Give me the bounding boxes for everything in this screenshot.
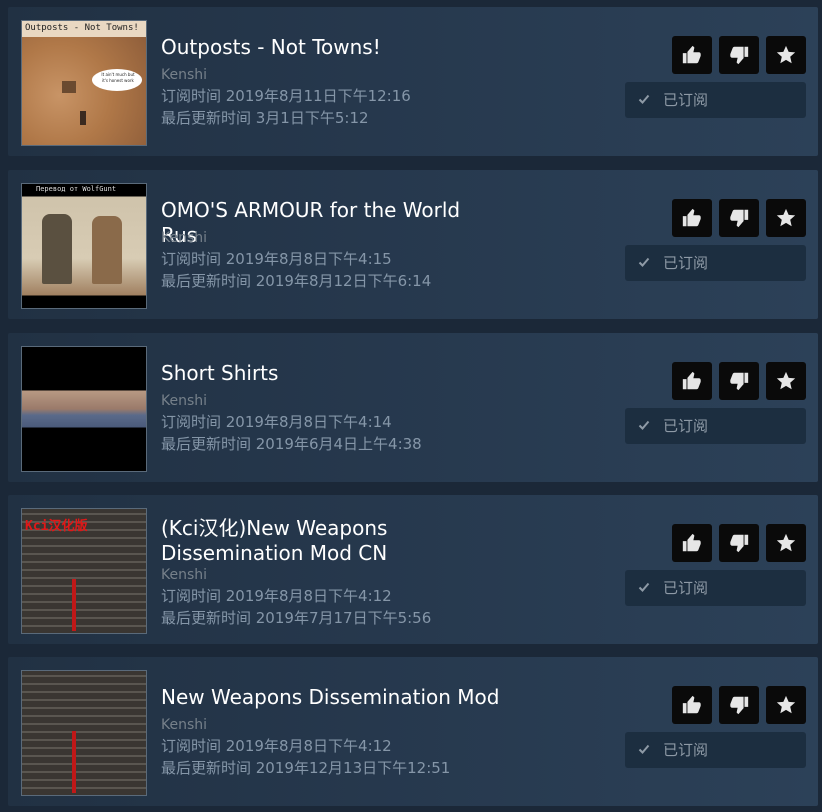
subscribed-date: 订阅时间 2019年8月8日下午4:15: [161, 250, 392, 268]
item-title[interactable]: Outposts - Not Towns!: [161, 35, 501, 60]
star-icon: [776, 695, 796, 714]
thumbnail-art: [22, 347, 146, 471]
thumbs-down-icon: [730, 372, 749, 391]
subscribed-toggle[interactable]: 已订阅: [625, 732, 806, 768]
thumbnail-art: Перевод от WolfGunt: [22, 184, 146, 308]
thumbnail-art: [22, 671, 146, 795]
check-icon: [638, 582, 650, 592]
favorite-button[interactable]: [766, 524, 806, 562]
thumbs-up-icon: [682, 695, 701, 714]
rate-up-button[interactable]: [672, 362, 712, 400]
thumbnail-text: Перевод от WolfGunt: [36, 185, 117, 193]
rate-down-button[interactable]: [719, 199, 759, 237]
subscribed-toggle[interactable]: 已订阅: [625, 82, 806, 118]
item-thumbnail[interactable]: [21, 670, 147, 796]
thumbnail-shape: [72, 579, 76, 631]
thumbs-down-icon: [730, 46, 749, 65]
subscribed-date: 订阅时间 2019年8月8日下午4:14: [161, 413, 392, 431]
subscribed-items-list: Outposts - Not Towns! It ain't much but …: [0, 0, 822, 812]
check-icon: [638, 420, 650, 430]
item-game: Kenshi: [161, 67, 208, 83]
updated-date: 最后更新时间 2019年7月17日下午5:56: [161, 609, 432, 627]
subscribed-label: 已订阅: [663, 91, 709, 109]
updated-date: 最后更新时间 2019年12月13日下午12:51: [161, 759, 451, 777]
check-icon: [638, 94, 650, 104]
thumbs-up-icon: [682, 208, 701, 227]
thumbnail-figure: [42, 214, 72, 284]
rate-down-button[interactable]: [719, 524, 759, 562]
star-icon: [776, 533, 796, 552]
star-icon: [776, 371, 796, 390]
item-thumbnail[interactable]: Перевод от WolfGunt: [21, 183, 147, 309]
check-icon: [638, 744, 650, 754]
rate-down-button[interactable]: [719, 36, 759, 74]
thumbnail-text: Kci汉化版: [25, 519, 88, 534]
thumbnail-figure: [92, 216, 122, 284]
favorite-button[interactable]: [766, 686, 806, 724]
rate-up-button[interactable]: [672, 524, 712, 562]
item-game: Kenshi: [161, 393, 208, 409]
item-title[interactable]: New Weapons Dissemination Mod: [161, 685, 501, 710]
rate-up-button[interactable]: [672, 686, 712, 724]
thumbs-up-icon: [682, 533, 701, 552]
workshop-item: Kci汉化版 (Kci汉化)New Weapons Dissemination …: [8, 495, 818, 644]
rate-down-button[interactable]: [719, 686, 759, 724]
rate-up-button[interactable]: [672, 199, 712, 237]
item-game: Kenshi: [161, 567, 208, 583]
thumbs-up-icon: [682, 371, 701, 390]
thumbs-down-icon: [730, 209, 749, 228]
workshop-item: Outposts - Not Towns! It ain't much but …: [8, 7, 818, 156]
item-thumbnail[interactable]: [21, 346, 147, 472]
item-thumbnail[interactable]: Outposts - Not Towns! It ain't much but …: [21, 20, 147, 146]
speech-bubble-text: It ain't much but it's honest work: [101, 72, 135, 83]
item-title[interactable]: Short Shirts: [161, 361, 501, 386]
subscribed-date: 订阅时间 2019年8月8日下午4:12: [161, 587, 392, 605]
updated-date: 最后更新时间 2019年8月12日下午6:14: [161, 272, 432, 290]
subscribed-toggle[interactable]: 已订阅: [625, 408, 806, 444]
item-game: Kenshi: [161, 717, 208, 733]
star-icon: [776, 208, 796, 227]
subscribed-label: 已订阅: [663, 417, 709, 435]
subscribed-label: 已订阅: [663, 741, 709, 759]
check-icon: [638, 257, 650, 267]
thumbnail-shape: [72, 731, 76, 793]
item-title[interactable]: (Kci汉化)New Weapons Dissemination Mod CN: [161, 516, 501, 566]
item-meta: Kenshi 订阅时间 2019年8月8日下午4:12 最后更新时间 2019年…: [161, 565, 431, 629]
subscribed-date: 订阅时间 2019年8月8日下午4:12: [161, 737, 392, 755]
thumbnail-art: Kci汉化版: [22, 509, 146, 633]
item-meta: Kenshi 订阅时间 2019年8月11日下午12:16 最后更新时间 3月1…: [161, 65, 411, 129]
speech-bubble: It ain't much but it's honest work: [92, 69, 142, 91]
updated-date: 最后更新时间 3月1日下午5:12: [161, 109, 369, 127]
subscribed-toggle[interactable]: 已订阅: [625, 570, 806, 606]
item-meta: Kenshi 订阅时间 2019年8月8日下午4:15 最后更新时间 2019年…: [161, 228, 431, 292]
subscribed-toggle[interactable]: 已订阅: [625, 245, 806, 281]
thumbs-down-icon: [730, 534, 749, 553]
item-meta: Kenshi 订阅时间 2019年8月8日下午4:14 最后更新时间 2019年…: [161, 391, 422, 455]
item-game: Kenshi: [161, 230, 208, 246]
workshop-item: Перевод от WolfGunt OMO'S ARMOUR for the…: [8, 170, 818, 319]
favorite-button[interactable]: [766, 362, 806, 400]
star-icon: [776, 45, 796, 64]
thumbs-up-icon: [682, 45, 701, 64]
workshop-item: New Weapons Dissemination Mod Kenshi 订阅时…: [8, 657, 818, 806]
favorite-button[interactable]: [766, 36, 806, 74]
thumbnail-art: Outposts - Not Towns! It ain't much but …: [22, 21, 146, 145]
subscribed-date: 订阅时间 2019年8月11日下午12:16: [161, 87, 411, 105]
subscribed-label: 已订阅: [663, 579, 709, 597]
rate-down-button[interactable]: [719, 362, 759, 400]
item-meta: Kenshi 订阅时间 2019年8月8日下午4:12 最后更新时间 2019年…: [161, 715, 450, 779]
thumbnail-shape: [80, 111, 86, 125]
workshop-item: Short Shirts Kenshi 订阅时间 2019年8月8日下午4:14…: [8, 333, 818, 482]
item-thumbnail[interactable]: Kci汉化版: [21, 508, 147, 634]
thumbnail-text: Outposts - Not Towns!: [25, 23, 139, 33]
thumbnail-shape: [62, 81, 76, 93]
rate-up-button[interactable]: [672, 36, 712, 74]
favorite-button[interactable]: [766, 199, 806, 237]
subscribed-label: 已订阅: [663, 254, 709, 272]
thumbs-down-icon: [730, 696, 749, 715]
updated-date: 最后更新时间 2019年6月4日上午4:38: [161, 435, 422, 453]
